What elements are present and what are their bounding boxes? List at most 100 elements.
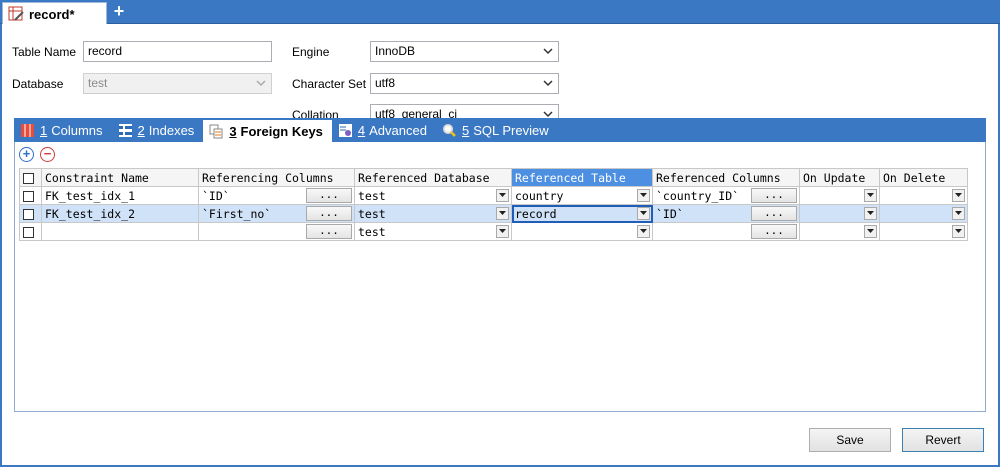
row-checkbox-cell[interactable]	[19, 186, 42, 205]
dropdown-arrow-icon[interactable]	[952, 225, 965, 238]
row-checkbox[interactable]	[23, 208, 34, 220]
tab-sql-preview[interactable]: 5 SQL Preview	[436, 118, 558, 142]
dropdown-arrow-icon[interactable]	[637, 207, 650, 220]
tab-advanced-label: Advanced	[369, 122, 427, 138]
tab-sql-preview-label: SQL Preview	[473, 122, 549, 138]
on-delete-cell[interactable]	[879, 186, 968, 205]
tab-indexes-number: 2	[137, 122, 145, 138]
referenced-columns-value: `country_ID`	[656, 188, 740, 203]
tab-columns[interactable]: 1 Columns	[14, 118, 112, 142]
referenced-database-cell[interactable]: test	[354, 186, 512, 205]
browse-columns-button[interactable]: ...	[751, 188, 797, 203]
table-design-icon	[8, 6, 24, 21]
remove-foreign-key-button[interactable]: −	[40, 147, 55, 162]
header-referencing-columns[interactable]: Referencing Columns	[198, 168, 355, 187]
revert-button[interactable]: Revert	[902, 428, 984, 452]
constraint-name-cell[interactable]: FK_test_idx_2	[41, 204, 199, 223]
referencing-columns-value: `First_no`	[202, 206, 272, 221]
engine-label: Engine	[292, 45, 330, 59]
header-constraint-name[interactable]: Constraint Name	[41, 168, 199, 187]
on-delete-cell[interactable]	[879, 222, 968, 241]
referenced-columns-cell[interactable]: `ID`...	[652, 204, 800, 223]
referenced-table-cell[interactable]: record	[511, 204, 653, 223]
chevron-down-icon	[543, 80, 553, 87]
referenced-columns-cell[interactable]: `country_ID`...	[652, 186, 800, 205]
table-name-input[interactable]: record	[83, 41, 272, 62]
document-tab[interactable]: record*	[2, 2, 107, 25]
dropdown-arrow-icon[interactable]	[496, 207, 509, 220]
charset-label: Character Set	[292, 77, 367, 91]
table-row[interactable]: FK_test_idx_1 `ID`... test country `coun…	[19, 186, 968, 205]
referencing-columns-cell[interactable]: `First_no`...	[198, 204, 355, 223]
new-tab-button[interactable]: +	[110, 2, 128, 21]
header-referenced-database[interactable]: Referenced Database	[354, 168, 512, 187]
browse-columns-button[interactable]: ...	[306, 224, 352, 239]
database-select: test	[83, 73, 272, 94]
referencing-columns-cell[interactable]: `ID`...	[198, 186, 355, 205]
chevron-down-icon	[256, 80, 266, 87]
columns-icon	[21, 123, 34, 137]
dropdown-arrow-icon[interactable]	[952, 189, 965, 202]
add-foreign-key-button[interactable]: +	[19, 147, 34, 162]
referenced-database-cell[interactable]: test	[354, 222, 512, 241]
referenced-table-cell[interactable]	[511, 222, 653, 241]
header-on-delete[interactable]: On Delete	[879, 168, 968, 187]
dropdown-arrow-icon[interactable]	[864, 207, 877, 220]
header-referenced-table[interactable]: Referenced Table	[511, 168, 653, 187]
referenced-database-value: test	[358, 224, 386, 239]
referenced-table-cell[interactable]: country	[511, 186, 653, 205]
header-on-update[interactable]: On Update	[799, 168, 880, 187]
row-checkbox[interactable]	[23, 226, 34, 238]
indexes-icon	[118, 123, 132, 137]
tab-indexes-label: Indexes	[148, 122, 195, 138]
tab-advanced-number: 4	[357, 122, 366, 138]
dropdown-arrow-icon[interactable]	[952, 207, 965, 220]
referenced-columns-cell[interactable]: ...	[652, 222, 800, 241]
tab-advanced[interactable]: 4 Advanced	[332, 118, 436, 142]
row-checkbox[interactable]	[23, 190, 34, 202]
dropdown-arrow-icon[interactable]	[496, 189, 509, 202]
dropdown-arrow-icon[interactable]	[637, 225, 650, 238]
table-row[interactable]: ... test ...	[19, 222, 968, 241]
constraint-name-cell[interactable]: FK_test_idx_1	[41, 186, 199, 205]
save-button[interactable]: Save	[809, 428, 891, 452]
chevron-down-icon	[543, 48, 553, 55]
browse-columns-button[interactable]: ...	[751, 206, 797, 221]
select-all-checkbox[interactable]	[23, 172, 34, 184]
charset-select[interactable]: utf8	[370, 73, 559, 94]
on-update-cell[interactable]	[799, 222, 880, 241]
on-delete-cell[interactable]	[879, 204, 968, 223]
constraint-name-cell[interactable]	[41, 222, 199, 241]
tab-foreign-keys[interactable]: 3 Foreign Keys	[203, 120, 332, 142]
referenced-database-value: test	[358, 188, 386, 203]
dropdown-arrow-icon[interactable]	[637, 189, 650, 202]
tab-foreign-keys-label: Foreign Keys	[240, 123, 323, 139]
tab-columns-number: 1	[40, 122, 48, 138]
table-name-label: Table Name	[12, 45, 77, 59]
referenced-database-cell[interactable]: test	[354, 204, 512, 223]
foreign-keys-grid: Constraint Name Referencing Columns Refe…	[19, 168, 968, 241]
browse-columns-button[interactable]: ...	[751, 224, 797, 239]
engine-select[interactable]: InnoDB	[370, 41, 559, 62]
tab-sql-preview-number: 5	[461, 122, 470, 138]
referenced-table-value: record	[515, 206, 557, 221]
advanced-icon	[338, 123, 352, 137]
on-update-cell[interactable]	[799, 204, 880, 223]
document-tab-title: record*	[29, 6, 75, 22]
row-checkbox-cell[interactable]	[19, 222, 42, 241]
on-update-cell[interactable]	[799, 186, 880, 205]
dropdown-arrow-icon[interactable]	[496, 225, 509, 238]
magnifier-icon	[442, 123, 456, 137]
dropdown-arrow-icon[interactable]	[864, 225, 877, 238]
select-all-header[interactable]	[19, 168, 42, 187]
browse-columns-button[interactable]: ...	[306, 206, 352, 221]
browse-columns-button[interactable]: ...	[306, 188, 352, 203]
row-checkbox-cell[interactable]	[19, 204, 42, 223]
tab-indexes[interactable]: 2 Indexes	[112, 118, 204, 142]
engine-value: InnoDB	[375, 44, 416, 58]
dropdown-arrow-icon[interactable]	[864, 189, 877, 202]
header-referenced-columns[interactable]: Referenced Columns	[652, 168, 800, 187]
table-row[interactable]: FK_test_idx_2 `First_no`... test record …	[19, 204, 968, 223]
referencing-columns-cell[interactable]: ...	[198, 222, 355, 241]
tab-foreign-keys-number: 3	[229, 123, 237, 139]
